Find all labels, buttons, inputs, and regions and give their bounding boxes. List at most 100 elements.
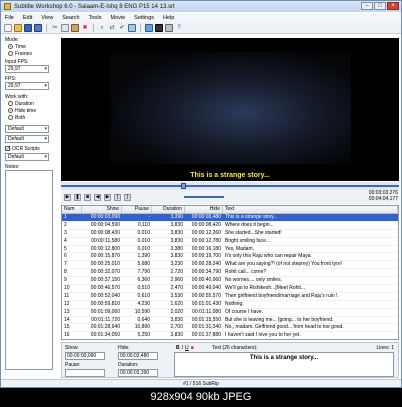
pause-field[interactable] (65, 369, 105, 377)
pause-icon[interactable]: ❚ (74, 193, 81, 201)
notes-textarea[interactable] (5, 170, 53, 370)
help-icon[interactable]: ? (175, 24, 183, 32)
row-pause: 5,680 (137, 261, 150, 268)
table-row[interactable]: 8 00:00:32,070 7,790 2,720 00:00:34,790 Rohit… (62, 269, 398, 278)
menu-help[interactable]: Help (163, 15, 174, 21)
menu-settings[interactable]: Settings (134, 15, 154, 21)
seek-bar[interactable] (61, 182, 399, 190)
row-duration: 3,830 (170, 332, 183, 339)
row-pause: 0,010 (137, 229, 150, 236)
row-duration: 2,700 (170, 324, 183, 331)
play-icon[interactable]: ▶ (64, 193, 71, 201)
set-start-icon[interactable]: [ (114, 193, 121, 201)
video-icon[interactable] (155, 23, 163, 32)
underline-icon[interactable]: U (185, 345, 189, 351)
table-row[interactable]: 10 00:00:46,570 0,510 2,470 00:00:49,040 We'l… (62, 285, 398, 293)
row-num: 13 (64, 308, 70, 315)
default-select-2[interactable]: Default (5, 135, 49, 143)
table-row[interactable]: 1 00:00:03,090 - 3,390 00:00:03,480 This is a… (62, 214, 398, 222)
work-duration-label: Duration (15, 100, 34, 107)
show-field[interactable]: 00:00:00,090 (65, 352, 105, 360)
default-select-1[interactable]: Default (5, 125, 49, 133)
maximize-button[interactable]: □ (374, 2, 386, 10)
row-duration: 3,390 (170, 214, 183, 220)
fps-select[interactable]: 29,97 (5, 82, 49, 90)
duration-field[interactable]: 00:00:03,390 (118, 369, 158, 377)
seek-thumb[interactable] (181, 183, 186, 189)
input-fps-select[interactable]: 29,97 (5, 65, 49, 73)
table-row[interactable]: 11 00:00:52,040 0,610 3,530 00:00:55,570 Then… (62, 293, 398, 301)
table-row[interactable]: 12 00:00:59,810 4,230 1,620 00:01:01,430 Noth… (62, 301, 398, 309)
new-icon[interactable] (4, 23, 12, 32)
menu-movie[interactable]: Movie (110, 15, 125, 21)
menu-edit[interactable]: Edit (23, 15, 32, 21)
row-show: 00:01:11,720 (91, 316, 120, 323)
header-num[interactable]: Num (62, 206, 82, 213)
find-icon[interactable]: ⌕ (98, 24, 106, 32)
menu-search[interactable]: Search (62, 15, 79, 21)
row-text: This is a strange story... (225, 214, 278, 220)
minimize-button[interactable]: – (361, 2, 373, 10)
table-row[interactable]: 6 00:00:15,870 1,390 3,830 00:00:19,700 It's … (62, 253, 398, 262)
table-row[interactable]: 9 00:00:37,150 6,360 2,960 00:00:40,060 No wo… (62, 277, 398, 286)
info-icon[interactable] (145, 23, 153, 32)
menu-view[interactable]: View (41, 15, 53, 21)
header-text[interactable]: Text (223, 206, 398, 213)
seek-track (61, 185, 399, 187)
menu-file[interactable]: File (5, 15, 14, 21)
table-row[interactable]: 2 00:00:04,590 0,110 3,830 00:00:08,420 Where… (62, 222, 398, 230)
cut-icon[interactable]: ✂ (51, 24, 59, 32)
forward-icon[interactable]: ▶ (104, 193, 111, 201)
mode-frames-radio[interactable]: Frames (8, 50, 57, 57)
delete-icon[interactable]: ✖ (81, 24, 89, 32)
bold-icon[interactable]: B (176, 345, 180, 351)
table-row[interactable]: 4 00:00:11,580 0,010 3,830 00:00:12,780 Brigh… (62, 238, 398, 246)
header-duration[interactable]: Duration (152, 206, 185, 213)
stop-icon[interactable]: ■ (84, 193, 91, 201)
row-hide: 00:01:11,080 (192, 308, 221, 315)
table-row[interactable]: 14 00:01:11,720 0,640 3,830 00:01:15,550 But … (62, 317, 398, 325)
table-row[interactable]: 7 00:00:25,010 5,680 3,230 00:00:28,240 What … (62, 261, 398, 270)
table-row[interactable]: 3 00:00:08,430 0,010 3,830 00:00:12,260 She s… (62, 230, 398, 238)
close-button[interactable]: × (387, 2, 399, 10)
video-preview[interactable]: This is a strange story... (61, 38, 399, 181)
color-icon[interactable]: ■ (191, 345, 194, 351)
table-row[interactable]: 5 00:00:12,800 0,010 3,380 00:00:16,180 Yes, … (62, 246, 398, 254)
subtitle-text-input[interactable]: This is a strange story... (174, 352, 394, 377)
open-icon[interactable] (14, 23, 22, 32)
replace-icon[interactable]: ⇄ (108, 24, 116, 32)
work-duration-radio[interactable]: Duration (8, 100, 57, 107)
italic-icon[interactable]: I (182, 345, 183, 351)
set-end-icon[interactable]: ] (124, 193, 131, 201)
work-hide-radio[interactable]: Hide time (8, 107, 57, 114)
header-hide[interactable]: Hide (185, 206, 223, 213)
row-pause: 6,360 (137, 277, 150, 284)
check-icon[interactable]: ✔ (118, 24, 126, 32)
table-row[interactable]: 15 00:01:28,640 10,890 2,700 00:01:31,340 No,… (62, 324, 398, 333)
copy-icon[interactable] (61, 23, 69, 32)
work-both-radio[interactable]: Both (8, 114, 57, 121)
row-num: 3 (64, 229, 67, 236)
table-row[interactable]: 16 00:01:34,050 0,250 3,830 00:01:37,880 I ha… (62, 332, 398, 339)
hide-field[interactable]: 00:00:03,480 (118, 352, 158, 360)
mode-time-radio[interactable]: Time (8, 43, 57, 50)
default-select-3[interactable]: Default (5, 153, 49, 161)
save-icon[interactable] (24, 23, 32, 32)
paste-icon[interactable] (71, 23, 79, 32)
ocr-scripts-checkbox[interactable]: ✓ OCR Scripts (5, 145, 57, 152)
spell-icon[interactable] (128, 23, 136, 32)
volume-slider[interactable] (184, 196, 224, 198)
table-row[interactable]: 13 00:01:09,060 10,590 2,020 00:01:11,080 Of … (62, 309, 398, 317)
save-as-icon[interactable] (34, 23, 42, 32)
row-hide: 00:00:40,060 (191, 277, 221, 284)
header-show[interactable]: Show (82, 206, 122, 213)
row-num: 9 (64, 277, 67, 284)
row-duration: 3,530 (170, 292, 183, 299)
subtitle-grid[interactable]: Num Show Pause Duration Hide Text 1 00:00… (61, 205, 399, 340)
settings-icon[interactable] (165, 23, 173, 32)
menu-tools[interactable]: Tools (89, 15, 102, 21)
header-pause[interactable]: Pause (122, 206, 152, 213)
toolbar-separator (93, 23, 94, 32)
rewind-icon[interactable]: ◀ (94, 193, 101, 201)
row-show: 00:00:37,150 (90, 277, 120, 284)
